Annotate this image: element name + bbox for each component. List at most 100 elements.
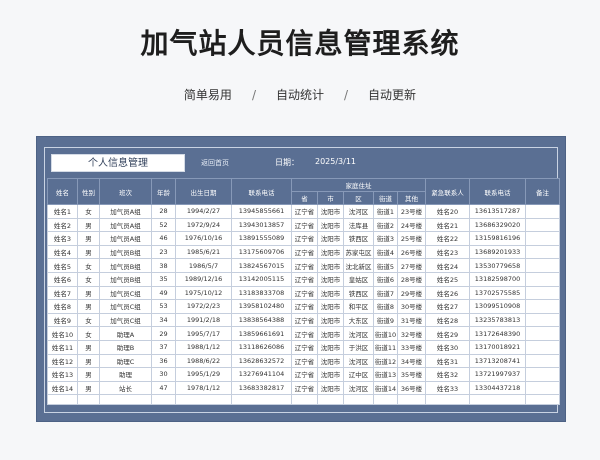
cell-other[interactable]: 28号楼 bbox=[396, 271, 427, 287]
cell-district[interactable]: 大东区 bbox=[343, 312, 374, 328]
cell-emergency-phone[interactable]: 13686329020 bbox=[469, 217, 527, 233]
cell-gender[interactable]: 男 bbox=[77, 285, 100, 301]
cell-province[interactable]: 辽宁省 bbox=[291, 285, 318, 301]
cell-age[interactable]: 38 bbox=[151, 258, 176, 273]
cell-other[interactable]: 34号楼 bbox=[396, 353, 427, 369]
cell-phone[interactable]: 13276941104 bbox=[231, 367, 292, 382]
cell-street[interactable]: 街道1 bbox=[373, 204, 398, 219]
cell-phone[interactable]: 13943013857 bbox=[231, 217, 292, 233]
cell-phone[interactable]: 13945855661 bbox=[231, 204, 292, 219]
cell-street[interactable]: 街道5 bbox=[373, 258, 398, 273]
cell-name[interactable]: 姓名14 bbox=[47, 380, 78, 396]
cell-other[interactable]: 25号楼 bbox=[396, 231, 427, 246]
cell-other[interactable]: 29号楼 bbox=[396, 285, 427, 301]
cell-district[interactable]: 苏家屯区 bbox=[343, 244, 374, 260]
cell-shift[interactable]: 助理 bbox=[99, 367, 152, 382]
cell-emergency[interactable]: 姓名22 bbox=[425, 231, 471, 246]
cell-name[interactable]: 姓名8 bbox=[47, 299, 78, 314]
empty-cell[interactable] bbox=[343, 394, 374, 406]
cell-city[interactable]: 沈阳市 bbox=[317, 231, 344, 246]
cell-other[interactable]: 26号楼 bbox=[396, 244, 427, 260]
cell-shift[interactable]: 加气员B组 bbox=[99, 258, 152, 273]
cell-note[interactable] bbox=[525, 231, 561, 246]
cell-birth[interactable]: 1972/2/23 bbox=[175, 299, 232, 314]
cell-birth[interactable]: 1976/10/16 bbox=[175, 231, 232, 246]
cell-emergency[interactable]: 姓名28 bbox=[425, 312, 471, 328]
cell-emergency[interactable]: 姓名20 bbox=[425, 204, 471, 219]
cell-age[interactable]: 49 bbox=[151, 285, 176, 301]
cell-emergency-phone[interactable]: 13702575585 bbox=[469, 285, 527, 301]
empty-cell[interactable] bbox=[317, 394, 344, 406]
cell-shift[interactable]: 加气员A组 bbox=[99, 217, 152, 233]
cell-shift[interactable]: 助理A bbox=[99, 326, 152, 341]
cell-age[interactable]: 35 bbox=[151, 271, 176, 287]
cell-district[interactable]: 沈河区 bbox=[343, 380, 374, 396]
cell-district[interactable]: 沈河区 bbox=[343, 326, 374, 341]
cell-phone[interactable]: 13175609706 bbox=[231, 244, 292, 260]
cell-phone[interactable]: 13859661691 bbox=[231, 326, 292, 341]
cell-emergency-phone[interactable]: 13713208741 bbox=[469, 353, 527, 369]
cell-shift[interactable]: 加气员C组 bbox=[99, 312, 152, 328]
cell-street[interactable]: 街道3 bbox=[373, 231, 398, 246]
cell-district[interactable]: 于洪区 bbox=[343, 339, 374, 355]
cell-emergency[interactable]: 姓名30 bbox=[425, 339, 471, 355]
cell-emergency[interactable]: 姓名31 bbox=[425, 353, 471, 369]
empty-cell[interactable] bbox=[99, 394, 152, 406]
cell-phone[interactable]: 13183833708 bbox=[231, 285, 292, 301]
cell-name[interactable]: 姓名6 bbox=[47, 271, 78, 287]
empty-cell[interactable] bbox=[525, 394, 561, 406]
cell-gender[interactable]: 男 bbox=[77, 339, 100, 355]
cell-district[interactable]: 和平区 bbox=[343, 299, 374, 314]
cell-birth[interactable]: 1972/9/24 bbox=[175, 217, 232, 233]
cell-district[interactable]: 沈河区 bbox=[343, 353, 374, 369]
cell-birth[interactable]: 1988/1/12 bbox=[175, 339, 232, 355]
cell-name[interactable]: 姓名4 bbox=[47, 244, 78, 260]
cell-gender[interactable]: 女 bbox=[77, 204, 100, 219]
empty-cell[interactable] bbox=[469, 394, 527, 406]
cell-gender[interactable]: 男 bbox=[77, 380, 100, 396]
cell-gender[interactable]: 女 bbox=[77, 326, 100, 341]
cell-phone[interactable]: 13683382817 bbox=[231, 380, 292, 396]
cell-province[interactable]: 辽宁省 bbox=[291, 299, 318, 314]
cell-phone[interactable]: 13824567015 bbox=[231, 258, 292, 273]
cell-name[interactable]: 姓名12 bbox=[47, 353, 78, 369]
cell-street[interactable]: 街道8 bbox=[373, 299, 398, 314]
cell-emergency[interactable]: 姓名26 bbox=[425, 285, 471, 301]
cell-birth[interactable]: 1975/10/12 bbox=[175, 285, 232, 301]
cell-other[interactable]: 24号楼 bbox=[396, 217, 427, 233]
cell-gender[interactable]: 男 bbox=[77, 353, 100, 369]
cell-street[interactable]: 街道6 bbox=[373, 271, 398, 287]
cell-emergency-phone[interactable]: 13182598700 bbox=[469, 271, 527, 287]
home-link[interactable]: 返回首页 bbox=[201, 158, 229, 168]
empty-cell[interactable] bbox=[151, 394, 176, 406]
cell-gender[interactable]: 男 bbox=[77, 367, 100, 382]
cell-name[interactable]: 姓名1 bbox=[47, 204, 78, 219]
cell-birth[interactable]: 1978/1/12 bbox=[175, 380, 232, 396]
cell-emergency[interactable]: 姓名23 bbox=[425, 244, 471, 260]
cell-gender[interactable]: 男 bbox=[77, 231, 100, 246]
cell-name[interactable]: 姓名3 bbox=[47, 231, 78, 246]
cell-note[interactable] bbox=[525, 312, 561, 328]
cell-other[interactable]: 32号楼 bbox=[396, 326, 427, 341]
empty-cell[interactable] bbox=[425, 394, 471, 406]
cell-emergency-phone[interactable]: 13170018921 bbox=[469, 339, 527, 355]
cell-emergency-phone[interactable]: 13304437218 bbox=[469, 380, 527, 396]
cell-note[interactable] bbox=[525, 380, 561, 396]
cell-district[interactable]: 铁西区 bbox=[343, 285, 374, 301]
cell-phone[interactable]: 13891555089 bbox=[231, 231, 292, 246]
cell-phone[interactable]: 13838564388 bbox=[231, 312, 292, 328]
cell-street[interactable]: 街道4 bbox=[373, 244, 398, 260]
cell-birth[interactable]: 1995/7/17 bbox=[175, 326, 232, 341]
cell-age[interactable]: 36 bbox=[151, 353, 176, 369]
cell-emergency-phone[interactable]: 13530779658 bbox=[469, 258, 527, 273]
cell-shift[interactable]: 加气员B组 bbox=[99, 271, 152, 287]
cell-gender[interactable]: 女 bbox=[77, 312, 100, 328]
cell-note[interactable] bbox=[525, 204, 561, 219]
cell-province[interactable]: 辽宁省 bbox=[291, 217, 318, 233]
cell-district[interactable]: 皇姑区 bbox=[343, 271, 374, 287]
cell-emergency[interactable]: 姓名27 bbox=[425, 299, 471, 314]
cell-district[interactable]: 沈北新区 bbox=[343, 258, 374, 273]
cell-district[interactable]: 辽中区 bbox=[343, 367, 374, 382]
cell-age[interactable]: 46 bbox=[151, 231, 176, 246]
cell-street[interactable]: 街道10 bbox=[373, 326, 398, 341]
